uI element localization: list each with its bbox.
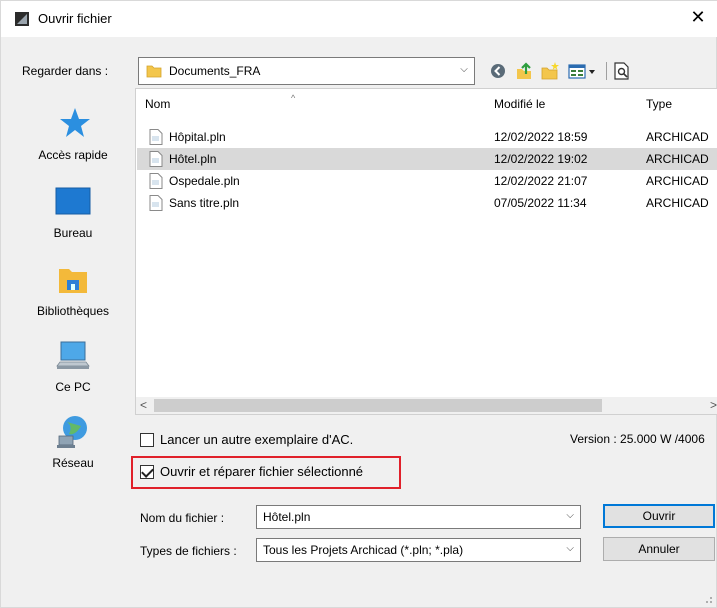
filetype-label: Types de fichiers : bbox=[140, 544, 237, 558]
cancel-button[interactable]: Annuler bbox=[603, 537, 715, 561]
open-button[interactable]: Ouvrir bbox=[603, 504, 715, 528]
place-label: Accès rapide bbox=[38, 148, 108, 162]
place-network[interactable]: Réseau bbox=[21, 412, 125, 470]
column-header-name[interactable]: Nom ^ bbox=[145, 93, 295, 111]
scroll-left-icon[interactable]: < bbox=[140, 398, 147, 412]
file-modified: 12/02/2022 21:07 bbox=[494, 174, 588, 188]
file-type: ARCHICAD bbox=[646, 174, 709, 188]
file-name: Hôtel.pln bbox=[169, 152, 217, 166]
scrollbar-thumb[interactable] bbox=[154, 399, 602, 412]
libraries-icon bbox=[59, 269, 87, 293]
place-quick-access[interactable]: Accès rapide bbox=[21, 104, 125, 162]
look-in-value: Documents_FRA bbox=[169, 64, 261, 78]
file-type: ARCHICAD bbox=[646, 196, 709, 210]
close-button[interactable]: ✕ bbox=[688, 7, 708, 27]
file-list[interactable]: Nom ^ Modifié le Type Hôpital.pln 12/02/… bbox=[135, 88, 717, 415]
place-label: Réseau bbox=[52, 456, 94, 470]
look-in-dropdown[interactable]: Documents_FRA ⌵ bbox=[138, 57, 475, 85]
chevron-down-icon[interactable]: ⌵ bbox=[566, 510, 574, 521]
scroll-right-icon[interactable]: > bbox=[710, 398, 717, 412]
another-instance-label: Lancer un autre exemplaire d'AC. bbox=[160, 432, 354, 447]
place-desktop[interactable]: Bureau bbox=[21, 182, 125, 240]
place-label: Bureau bbox=[53, 226, 93, 240]
open-file-dialog: Ouvrir fichier ✕ Regarder dans : Documen… bbox=[0, 0, 717, 608]
place-this-pc[interactable]: Ce PC bbox=[21, 336, 125, 394]
file-name: Sans titre.pln bbox=[169, 196, 240, 210]
archicad-app-icon bbox=[15, 12, 29, 26]
view-menu-icon[interactable] bbox=[568, 61, 598, 81]
file-modified: 12/02/2022 18:59 bbox=[494, 130, 588, 144]
column-header-label: Nom bbox=[145, 97, 171, 111]
folder-toolbar bbox=[488, 59, 648, 83]
column-header-type[interactable]: Type bbox=[646, 97, 672, 111]
place-label: Bibliothèques bbox=[36, 304, 110, 318]
preview-icon[interactable] bbox=[612, 61, 632, 81]
computer-icon bbox=[56, 341, 90, 369]
chevron-down-icon: ⌵ bbox=[460, 64, 468, 75]
place-label: Ce PC bbox=[55, 380, 91, 394]
toolbar-separator bbox=[606, 62, 607, 80]
new-folder-icon[interactable] bbox=[540, 61, 560, 81]
pln-file-icon bbox=[149, 195, 163, 211]
window-title: Ouvrir fichier bbox=[38, 11, 112, 26]
filename-value: Hôtel.pln bbox=[263, 510, 311, 524]
pln-file-icon bbox=[149, 129, 163, 145]
chevron-down-icon[interactable]: ⌵ bbox=[566, 543, 574, 554]
file-name: Ospedale.pln bbox=[169, 174, 240, 188]
file-type: ARCHICAD bbox=[646, 130, 709, 144]
column-header-modified[interactable]: Modifié le bbox=[494, 97, 545, 111]
place-libraries[interactable]: Bibliothèques bbox=[21, 260, 125, 318]
file-name: Hôpital.pln bbox=[169, 130, 226, 144]
look-in-label: Regarder dans : bbox=[22, 64, 109, 78]
horizontal-scrollbar[interactable]: < > bbox=[136, 397, 717, 414]
file-row[interactable]: Sans titre.pln 07/05/2022 11:34 ARCHICAD bbox=[137, 192, 717, 214]
up-folder-icon[interactable] bbox=[514, 61, 534, 81]
file-modified: 12/02/2022 19:02 bbox=[494, 152, 588, 166]
filename-label: Nom du fichier : bbox=[140, 511, 225, 525]
network-icon bbox=[57, 416, 87, 448]
desktop-icon bbox=[55, 187, 91, 215]
file-type: ARCHICAD bbox=[646, 152, 709, 166]
quick-access-icon bbox=[60, 108, 90, 137]
filename-combobox[interactable]: Hôtel.pln ⌵ bbox=[256, 505, 581, 529]
title-bar: Ouvrir fichier ✕ bbox=[1, 1, 717, 37]
pln-file-icon bbox=[149, 151, 163, 167]
filetype-value: Tous les Projets Archicad (*.pln; *.pla) bbox=[263, 543, 464, 557]
another-instance-checkbox[interactable] bbox=[140, 433, 154, 447]
file-row[interactable]: Ospedale.pln 12/02/2022 21:07 ARCHICAD bbox=[137, 170, 717, 192]
version-text: Version : 25.000 W /4006 bbox=[570, 432, 705, 446]
places-bar: Accès rapide Bureau Bibliothèques Ce PC … bbox=[21, 88, 125, 488]
file-row-selected[interactable]: Hôtel.pln 12/02/2022 19:02 ARCHICAD bbox=[137, 148, 717, 170]
sort-ascending-icon: ^ bbox=[291, 93, 296, 103]
pln-file-icon bbox=[149, 173, 163, 189]
file-modified: 07/05/2022 11:34 bbox=[494, 196, 587, 210]
folder-icon bbox=[146, 65, 162, 78]
resize-grip-icon[interactable] bbox=[703, 594, 713, 604]
filetype-dropdown[interactable]: Tous les Projets Archicad (*.pln; *.pla)… bbox=[256, 538, 581, 562]
file-row[interactable]: Hôpital.pln 12/02/2022 18:59 ARCHICAD bbox=[137, 126, 717, 148]
open-and-repair-checkbox[interactable] bbox=[140, 465, 154, 479]
back-icon[interactable] bbox=[488, 61, 508, 81]
open-and-repair-label: Ouvrir et réparer fichier sélectionné bbox=[160, 464, 364, 479]
